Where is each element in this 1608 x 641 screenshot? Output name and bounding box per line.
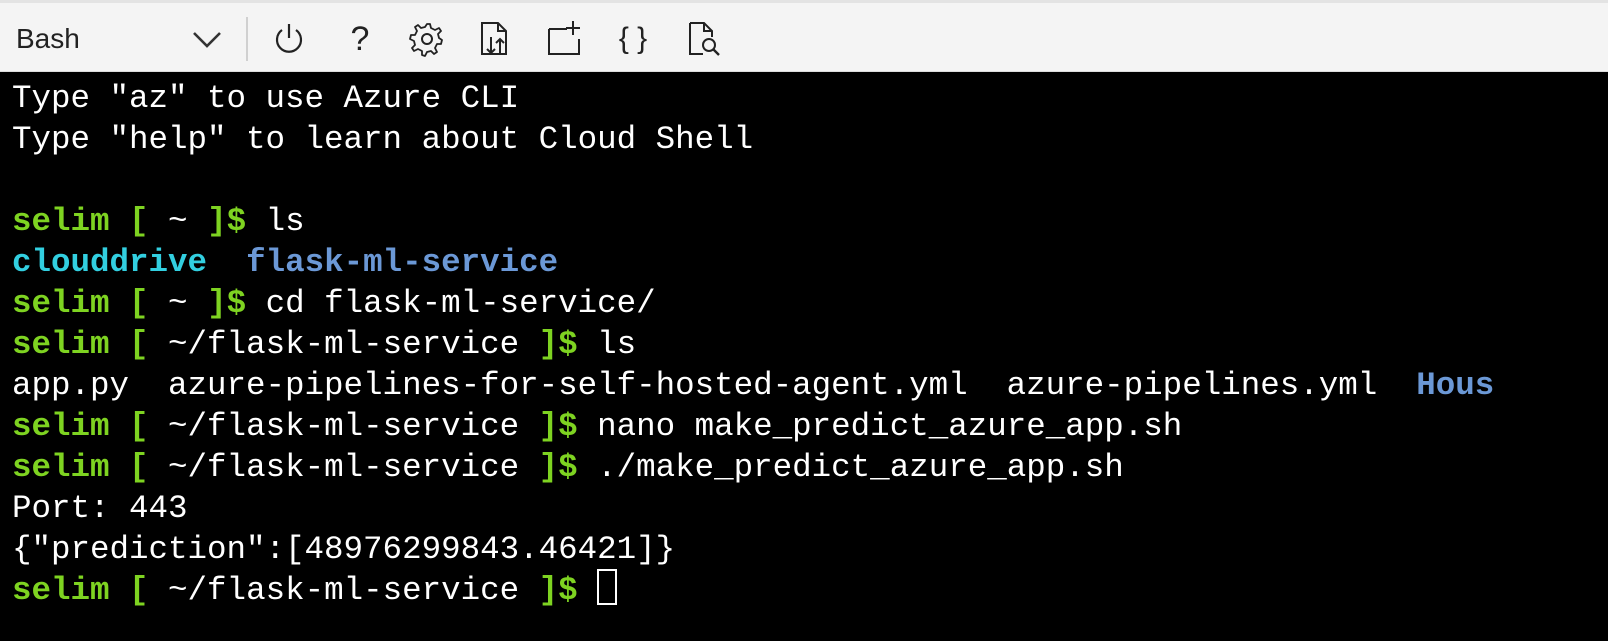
new-session-button[interactable] bbox=[545, 19, 583, 57]
editor-braces-icon: { } bbox=[619, 22, 647, 55]
terminal-cursor bbox=[597, 569, 618, 606]
power-icon bbox=[275, 24, 303, 53]
terminal-output[interactable]: Type "az" to use Azure CLI Type "help" t… bbox=[0, 72, 1608, 641]
svg-text:{ }: { } bbox=[619, 22, 647, 55]
help-icon: ? bbox=[351, 20, 370, 58]
toolbar-divider bbox=[246, 17, 248, 61]
terminal-prompt-line: selim [ ~/flask-ml-service ]$ ls bbox=[12, 326, 637, 363]
terminal-prompt-line: selim [ ~/flask-ml-service ]$ nano make_… bbox=[12, 408, 1183, 445]
terminal-line: Type "az" to use Azure CLI bbox=[12, 80, 520, 117]
terminal-line: Port: 443 bbox=[12, 490, 188, 527]
shell-type-label: Bash bbox=[16, 23, 80, 54]
settings-icon bbox=[409, 23, 443, 57]
terminal-line: app.py azure-pipelines-for-self-hosted-a… bbox=[12, 367, 1495, 404]
upload-download-button[interactable] bbox=[477, 19, 515, 57]
terminal-prompt-line: selim [ ~/flask-ml-service ]$ bbox=[12, 569, 618, 612]
terminal-line: {"prediction":[48976299843.46421]} bbox=[12, 531, 676, 568]
terminal-line: clouddrive flask-ml-service bbox=[12, 244, 559, 281]
help-button[interactable]: ? bbox=[341, 19, 379, 58]
terminal-prompt-line: selim [ ~ ]$ cd flask-ml-service/ bbox=[12, 285, 656, 322]
settings-button[interactable] bbox=[408, 19, 446, 57]
open-editor-button[interactable]: { } bbox=[614, 19, 652, 57]
shell-type-dropdown[interactable]: Bash bbox=[0, 3, 240, 72]
web-preview-icon bbox=[689, 22, 720, 56]
cloud-shell-toolbar: Bash ? {} bbox=[0, 0, 1608, 72]
new-session-icon bbox=[548, 21, 580, 55]
terminal-prompt-line: selim [ ~/flask-ml-service ]$ ./make_pre… bbox=[12, 449, 1124, 486]
chevron-down-icon bbox=[192, 27, 222, 56]
svg-text:?: ? bbox=[351, 20, 370, 57]
web-preview-button[interactable] bbox=[685, 19, 723, 57]
terminal-prompt-line: selim [ ~ ]$ ls bbox=[12, 203, 305, 240]
restart-button[interactable] bbox=[270, 19, 308, 57]
terminal-line: Type "help" to learn about Cloud Shell bbox=[12, 121, 754, 158]
upload-download-icon bbox=[481, 22, 507, 55]
